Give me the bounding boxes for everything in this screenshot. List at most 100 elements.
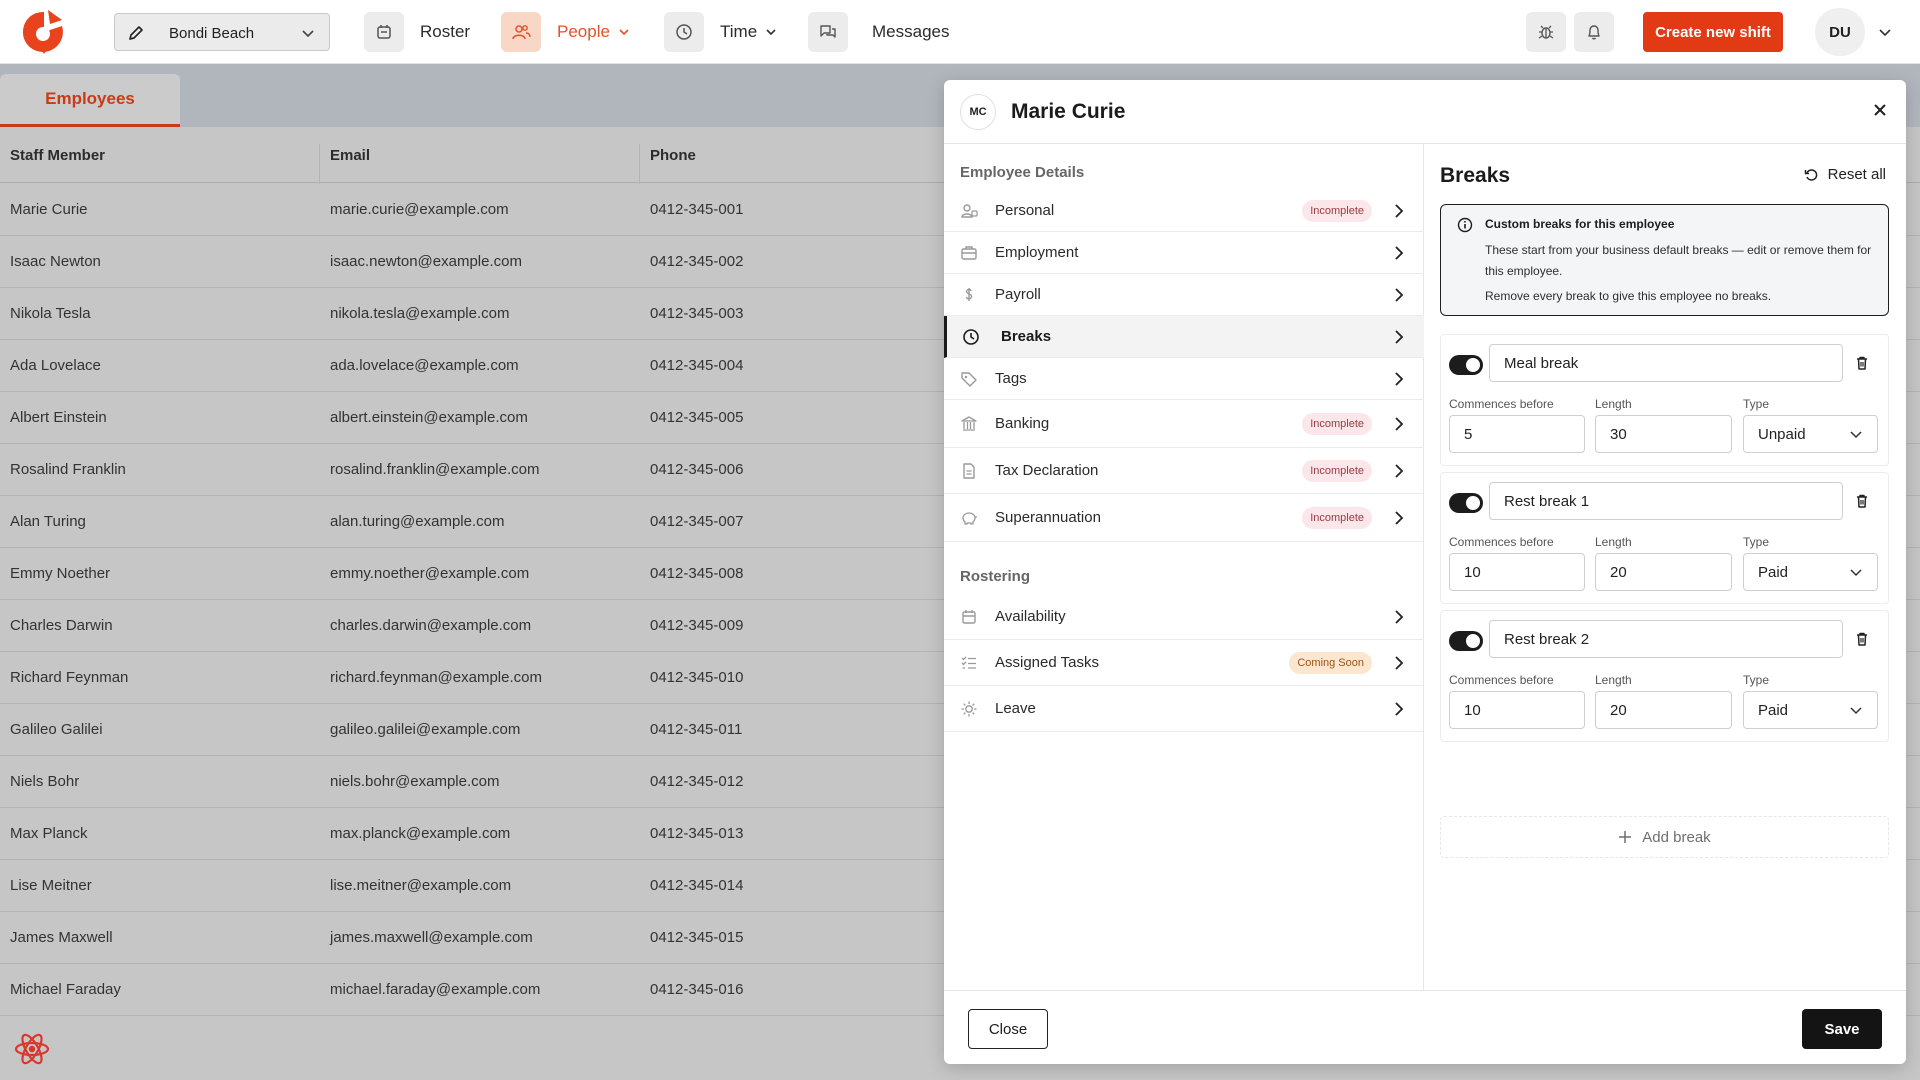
menu-item-banking[interactable]: Banking Incomplete bbox=[944, 400, 1424, 448]
menu-item-leave[interactable]: Leave bbox=[944, 686, 1424, 732]
custom-breaks-info: Custom breaks for this employee These st… bbox=[1440, 204, 1889, 316]
trash-icon[interactable] bbox=[1855, 355, 1869, 371]
break-name-input[interactable]: Rest break 1 bbox=[1489, 482, 1843, 520]
column-header-staff-member[interactable]: Staff Member bbox=[10, 147, 105, 164]
dollar-icon bbox=[960, 286, 978, 304]
menu-item-superannuation[interactable]: Superannuation Incomplete bbox=[944, 494, 1424, 542]
menu-item-tax-declaration[interactable]: Tax Declaration Incomplete bbox=[944, 448, 1424, 494]
chevron-right-icon bbox=[1392, 245, 1406, 261]
staff-email: max.planck@example.com bbox=[330, 825, 511, 842]
staff-name: Niels Bohr bbox=[10, 773, 80, 790]
trash-icon[interactable] bbox=[1855, 631, 1869, 647]
staff-email: lise.meitner@example.com bbox=[330, 877, 512, 894]
staff-name: Richard Feynman bbox=[10, 669, 129, 686]
bank-icon bbox=[960, 415, 978, 433]
menu-item-tags[interactable]: Tags bbox=[944, 358, 1424, 400]
status-badge: Incomplete bbox=[1302, 199, 1372, 222]
menu-item-label: Leave bbox=[995, 700, 1036, 717]
nav-messages[interactable]: Messages bbox=[808, 12, 950, 52]
staff-phone: 0412-345-006 bbox=[650, 461, 744, 478]
calendar-icon bbox=[960, 608, 978, 626]
add-break-button[interactable]: Add break bbox=[1440, 816, 1889, 858]
length-input[interactable]: 30 bbox=[1595, 415, 1732, 453]
staff-email: galileo.galilei@example.com bbox=[330, 721, 521, 738]
status-badge: Incomplete bbox=[1302, 459, 1372, 482]
breaks-title: Breaks bbox=[1440, 164, 1511, 187]
staff-phone: 0412-345-005 bbox=[650, 409, 744, 426]
tab-employees[interactable]: Employees bbox=[0, 74, 180, 127]
staff-name: Isaac Newton bbox=[10, 253, 101, 270]
staff-email: richard.feynman@example.com bbox=[330, 669, 542, 686]
staff-phone: 0412-345-016 bbox=[650, 981, 744, 998]
staff-email: james.maxwell@example.com bbox=[330, 929, 533, 946]
user-avatar[interactable]: DU bbox=[1815, 8, 1865, 56]
length-input[interactable]: 20 bbox=[1595, 553, 1732, 591]
add-break-label: Add break bbox=[1642, 828, 1711, 846]
nav-roster[interactable]: Roster bbox=[364, 12, 470, 52]
break-enabled-toggle[interactable] bbox=[1449, 355, 1483, 375]
chevron-right-icon bbox=[1392, 609, 1406, 625]
save-button[interactable]: Save bbox=[1802, 1009, 1882, 1049]
toggle-knob bbox=[1466, 358, 1480, 372]
bug-report-button[interactable] bbox=[1526, 12, 1566, 52]
plus-icon bbox=[1619, 831, 1632, 843]
checklist-icon bbox=[960, 654, 978, 672]
close-button[interactable]: Close bbox=[968, 1009, 1048, 1049]
menu-item-employment[interactable]: Employment bbox=[944, 232, 1424, 274]
column-header-email[interactable]: Email bbox=[330, 147, 370, 164]
break-name-input[interactable]: Rest break 2 bbox=[1489, 620, 1843, 658]
commences-before-label: Commences before bbox=[1449, 535, 1554, 549]
chevron-right-icon bbox=[1392, 463, 1406, 479]
toggle-knob bbox=[1466, 634, 1480, 648]
close-icon[interactable] bbox=[1872, 102, 1888, 118]
break-type-value: Paid bbox=[1758, 563, 1789, 581]
menu-item-assigned-tasks[interactable]: Assigned Tasks Coming Soon bbox=[944, 640, 1424, 686]
menu-item-availability[interactable]: Availability bbox=[944, 594, 1424, 640]
break-type-select[interactable]: Unpaid bbox=[1743, 415, 1878, 453]
menu-item-breaks[interactable]: Breaks bbox=[944, 316, 1424, 358]
staff-phone: 0412-345-014 bbox=[650, 877, 744, 894]
bell-icon bbox=[1588, 25, 1600, 40]
briefcase-icon bbox=[960, 244, 978, 262]
staff-phone: 0412-345-011 bbox=[650, 721, 743, 738]
break-type-value: Paid bbox=[1758, 701, 1789, 719]
staff-email: rosalind.franklin@example.com bbox=[330, 461, 540, 478]
trash-icon[interactable] bbox=[1855, 493, 1869, 509]
chevron-down-icon[interactable] bbox=[1878, 25, 1892, 39]
menu-item-payroll[interactable]: Payroll bbox=[944, 274, 1424, 316]
nav-people[interactable]: People bbox=[501, 12, 630, 52]
commences-before-input[interactable]: 5 bbox=[1449, 415, 1585, 453]
length-input[interactable]: 20 bbox=[1595, 691, 1732, 729]
chevron-down-icon bbox=[1849, 705, 1863, 717]
chat-icon bbox=[808, 12, 848, 52]
create-new-shift-button[interactable]: Create new shift bbox=[1643, 12, 1783, 52]
modal-header: MC Marie Curie bbox=[944, 80, 1906, 144]
nav-messages-label: Messages bbox=[872, 22, 950, 41]
react-devtools-icon[interactable] bbox=[12, 1029, 52, 1069]
break-enabled-toggle[interactable] bbox=[1449, 631, 1483, 651]
notifications-button[interactable] bbox=[1574, 12, 1614, 52]
logo-icon bbox=[22, 10, 63, 54]
staff-phone: 0412-345-013 bbox=[650, 825, 744, 842]
nav-time[interactable]: Time bbox=[664, 12, 777, 52]
commences-before-label: Commences before bbox=[1449, 397, 1554, 411]
reset-all-button[interactable]: Reset all bbox=[1804, 166, 1886, 183]
info-text-secondary: Remove every break to give this employee… bbox=[1485, 289, 1772, 303]
column-header-phone[interactable]: Phone bbox=[650, 147, 696, 164]
break-enabled-toggle[interactable] bbox=[1449, 493, 1483, 513]
chevron-down-icon bbox=[1849, 429, 1863, 441]
location-select[interactable]: Bondi Beach bbox=[114, 13, 330, 51]
app-logo[interactable] bbox=[22, 8, 66, 56]
break-name-input[interactable]: Meal break bbox=[1489, 344, 1843, 382]
toggle-knob bbox=[1466, 496, 1480, 510]
break-type-select[interactable]: Paid bbox=[1743, 691, 1878, 729]
staff-phone: 0412-345-009 bbox=[650, 617, 744, 634]
staff-name: James Maxwell bbox=[10, 929, 113, 946]
menu-item-personal[interactable]: Personal Incomplete bbox=[944, 190, 1424, 232]
chevron-right-icon bbox=[1392, 701, 1406, 717]
staff-phone: 0412-345-001 bbox=[650, 201, 744, 218]
break-type-select[interactable]: Paid bbox=[1743, 553, 1878, 591]
commences-before-input[interactable]: 10 bbox=[1449, 691, 1585, 729]
menu-item-label: Breaks bbox=[1001, 328, 1052, 345]
commences-before-input[interactable]: 10 bbox=[1449, 553, 1585, 591]
